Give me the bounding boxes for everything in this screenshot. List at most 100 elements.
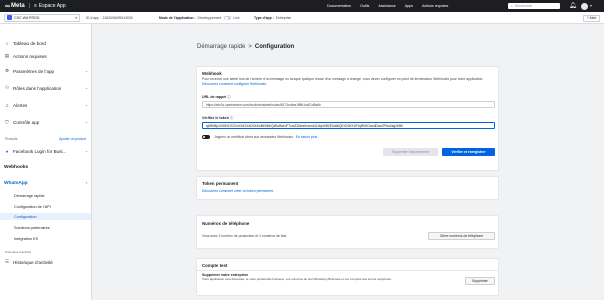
people-icon: ⚇ [4,85,10,90]
page-title: Configuration [254,44,295,50]
phone-numbers-summary: Vous avez 2 numéro de production et 1 nu… [202,234,288,238]
notifications-bell-icon[interactable]: 🔔︎ [569,2,577,9]
manage-phone-numbers-label: Gérer numéros de téléphone [439,234,484,238]
sidebar-item-whatsapp[interactable]: WhatsApp ⌃ [4,181,88,186]
chevron-up-icon: ⌃ [84,181,88,186]
breadcrumb-parent-link[interactable]: Démarrage rapide [197,44,245,50]
webhook-learn-link[interactable]: Découvrez comment configurer Webhooks. [202,82,267,86]
clipboard-icon: ▤ [4,53,10,58]
chevron-down-icon: ⌄ [84,120,88,124]
products-section-label: Produits [5,137,18,141]
nav-documentation[interactable]: Documentation [327,4,351,8]
manage-phone-numbers-button[interactable]: Gérer numéros de téléphone [428,232,495,240]
delete-button-label: Supprimer [472,279,488,283]
list-icon: ☰ [4,259,10,264]
app-id-value: 2182608499413030 [102,16,133,20]
webhook-description: Pour recevoir une alerte lors de l’arriv… [202,77,494,86]
shield-icon: ⛉ [5,119,9,125]
app-type-value: Entreprise [275,16,292,20]
sidebar-item-dashboard[interactable]: ⌂ Tableau de bord [4,38,88,48]
brand-name: Meta [11,3,25,9]
sidebar-subitem-label: Configuration de l’API [14,204,51,209]
nav-tools[interactable]: Outils [360,4,369,8]
app-mode: Mode de l’application : Développement Li… [159,12,240,24]
nav-required-actions[interactable]: Actions requises [422,4,448,8]
verify-save-button[interactable]: Vérifier et enregistrer [442,148,495,156]
home-icon: ⌂ [5,40,9,46]
chevron-right-icon: > [248,44,252,50]
sidebar-item-app-roles[interactable]: ⚇ Rôles dans l’application ⌄ [4,83,88,93]
search-icon: ⌕ [511,4,514,8]
verify-token-value: sjkRbBjc1050H1O2CmCk91XAD0X4wBK9k9rQxBz8… [206,123,403,128]
help-button[interactable]: ? Aide [583,14,600,22]
add-product-link[interactable]: Ajouter un produit [59,137,86,141]
app-type-label: Type d’app : [254,16,274,20]
nav-support[interactable]: Assistance [378,4,395,8]
info-icon: ⓘ [227,95,231,99]
app-selector-dropdown[interactable]: CSC WA PROD ▾ [4,13,80,22]
app-avatar [7,15,12,20]
callback-url-field[interactable]: https://edn3c.operisedom.com/hook/meta/w… [202,101,495,108]
top-nav-links: Documentation Outils Assistance Apps Act… [327,0,448,12]
meta-logo[interactable]: ∞ Meta [5,3,25,10]
sidebar-subitem-quickstart[interactable]: Démarrage rapide [14,192,92,199]
sidebar-subitem-api-setup[interactable]: Configuration de l’API [14,203,92,210]
sidebar-item-webhooks[interactable]: Webhooks [4,165,28,170]
sidebar-subitem-partner-solutions[interactable]: Solutions partenaires [14,224,92,231]
webhook-title: Webhook [202,71,222,76]
remove-subscription-label: Supprimer l’abonnement [392,150,429,154]
verify-token-field[interactable]: sjkRbBjc1050H1O2CmCk91XAD0X4wBK9k9rQxBz8… [202,122,495,129]
account-chevron-down-icon[interactable]: ▾ [590,3,592,8]
search-input[interactable]: ⌕ Rechercher [508,3,560,9]
sidebar: ⌂ Tableau de bord ▤ Actions requises ⚙ P… [0,24,92,300]
phone-numbers-title: Numéros de téléphone [202,221,250,226]
facebook-icon: ● [5,148,9,154]
nav-apps[interactable]: Apps [405,4,413,8]
app-space-label: Espace App [38,3,66,9]
sidebar-item-label: Historique d’activité [13,259,53,265]
permanent-token-card: Token permanent Découvrez comment créer … [196,176,499,200]
delete-button[interactable]: Supprimer [465,277,495,285]
live-mode-toggle[interactable] [224,16,232,20]
sidebar-item-label: Tableau de bord [13,40,46,46]
verify-token-label: Vérifier le tokenⓘ [202,115,233,120]
sidebar-item-alerts[interactable]: ♫ Alertes ⌄ [4,100,88,110]
sidebar-item-label: Rôles dans l’application [13,85,62,91]
sidebar-subitem-configuration[interactable]: Configuration [0,213,91,220]
sidebar-subitem-label: Démarrage rapide [14,193,45,198]
sidebar-item-label: Paramètres de l’app [13,68,55,74]
sidebar-item-facebook-login[interactable]: ● Facebook Login for Busi... ⌄ [4,146,88,156]
webhook-card: Webhook Pour recevoir une alerte lors de… [196,66,499,171]
avatar[interactable] [581,2,588,10]
chevron-down-icon: ⌄ [84,86,88,90]
sidebar-item-label: Contrôle app [13,119,40,125]
sidebar-item-required-actions[interactable]: ▤ Actions requises [4,51,88,61]
phone-numbers-card: Numéros de téléphone Vous avez 2 numéro … [196,215,499,249]
chevron-down-icon: ▾ [75,15,77,20]
sidebar-subitem-label: Intégration ES [14,236,39,241]
client-certificate-toggle[interactable] [202,135,210,139]
webhook-description-text: Pour recevoir une alerte lors de l’arriv… [202,77,484,81]
sidebar-item-app-settings[interactable]: ⚙ Paramètres de l’app ⌄ [4,66,88,76]
sidebar-item-label: WhatsApp [4,181,28,186]
permanent-token-title: Token permanent [202,181,239,186]
callback-url-value: https://edn3c.operisedom.com/hook/meta/w… [206,102,321,107]
sidebar-subitem-label: Configuration [14,214,37,219]
verify-token-label-text: Vérifier le token [202,116,229,120]
client-certificate-text: Joignez un certificat client aux demande… [214,135,294,139]
app-selector-label: CSC WA PROD [14,15,40,20]
help-label: Aide [589,16,597,20]
sidebar-item-activity-log[interactable]: ☰ Historique d’activité [4,257,88,267]
remove-subscription-button[interactable]: Supprimer l’abonnement [383,148,438,156]
chevron-down-icon: ⌄ [84,69,88,73]
test-account-title: Compte test [202,263,228,268]
app-id-label: ID d’app : [86,16,101,20]
client-certificate-row: Joignez un certificat client aux demande… [202,135,317,139]
app-id: ID d’app : 2182608499413030 [86,12,133,24]
permanent-token-link[interactable]: Découvrez comment créer un token permane… [202,189,274,194]
client-certificate-learn-link[interactable]: En savoir plus [296,135,317,139]
sidebar-item-app-review[interactable]: ⛉ Contrôle app ⌄ [4,117,88,127]
callback-url-label: URL de rappelⓘ [202,94,231,99]
sidebar-subitem-es-integration[interactable]: Intégration ES [14,235,92,242]
app-space-link[interactable]: ≡ Espace App [34,3,66,9]
